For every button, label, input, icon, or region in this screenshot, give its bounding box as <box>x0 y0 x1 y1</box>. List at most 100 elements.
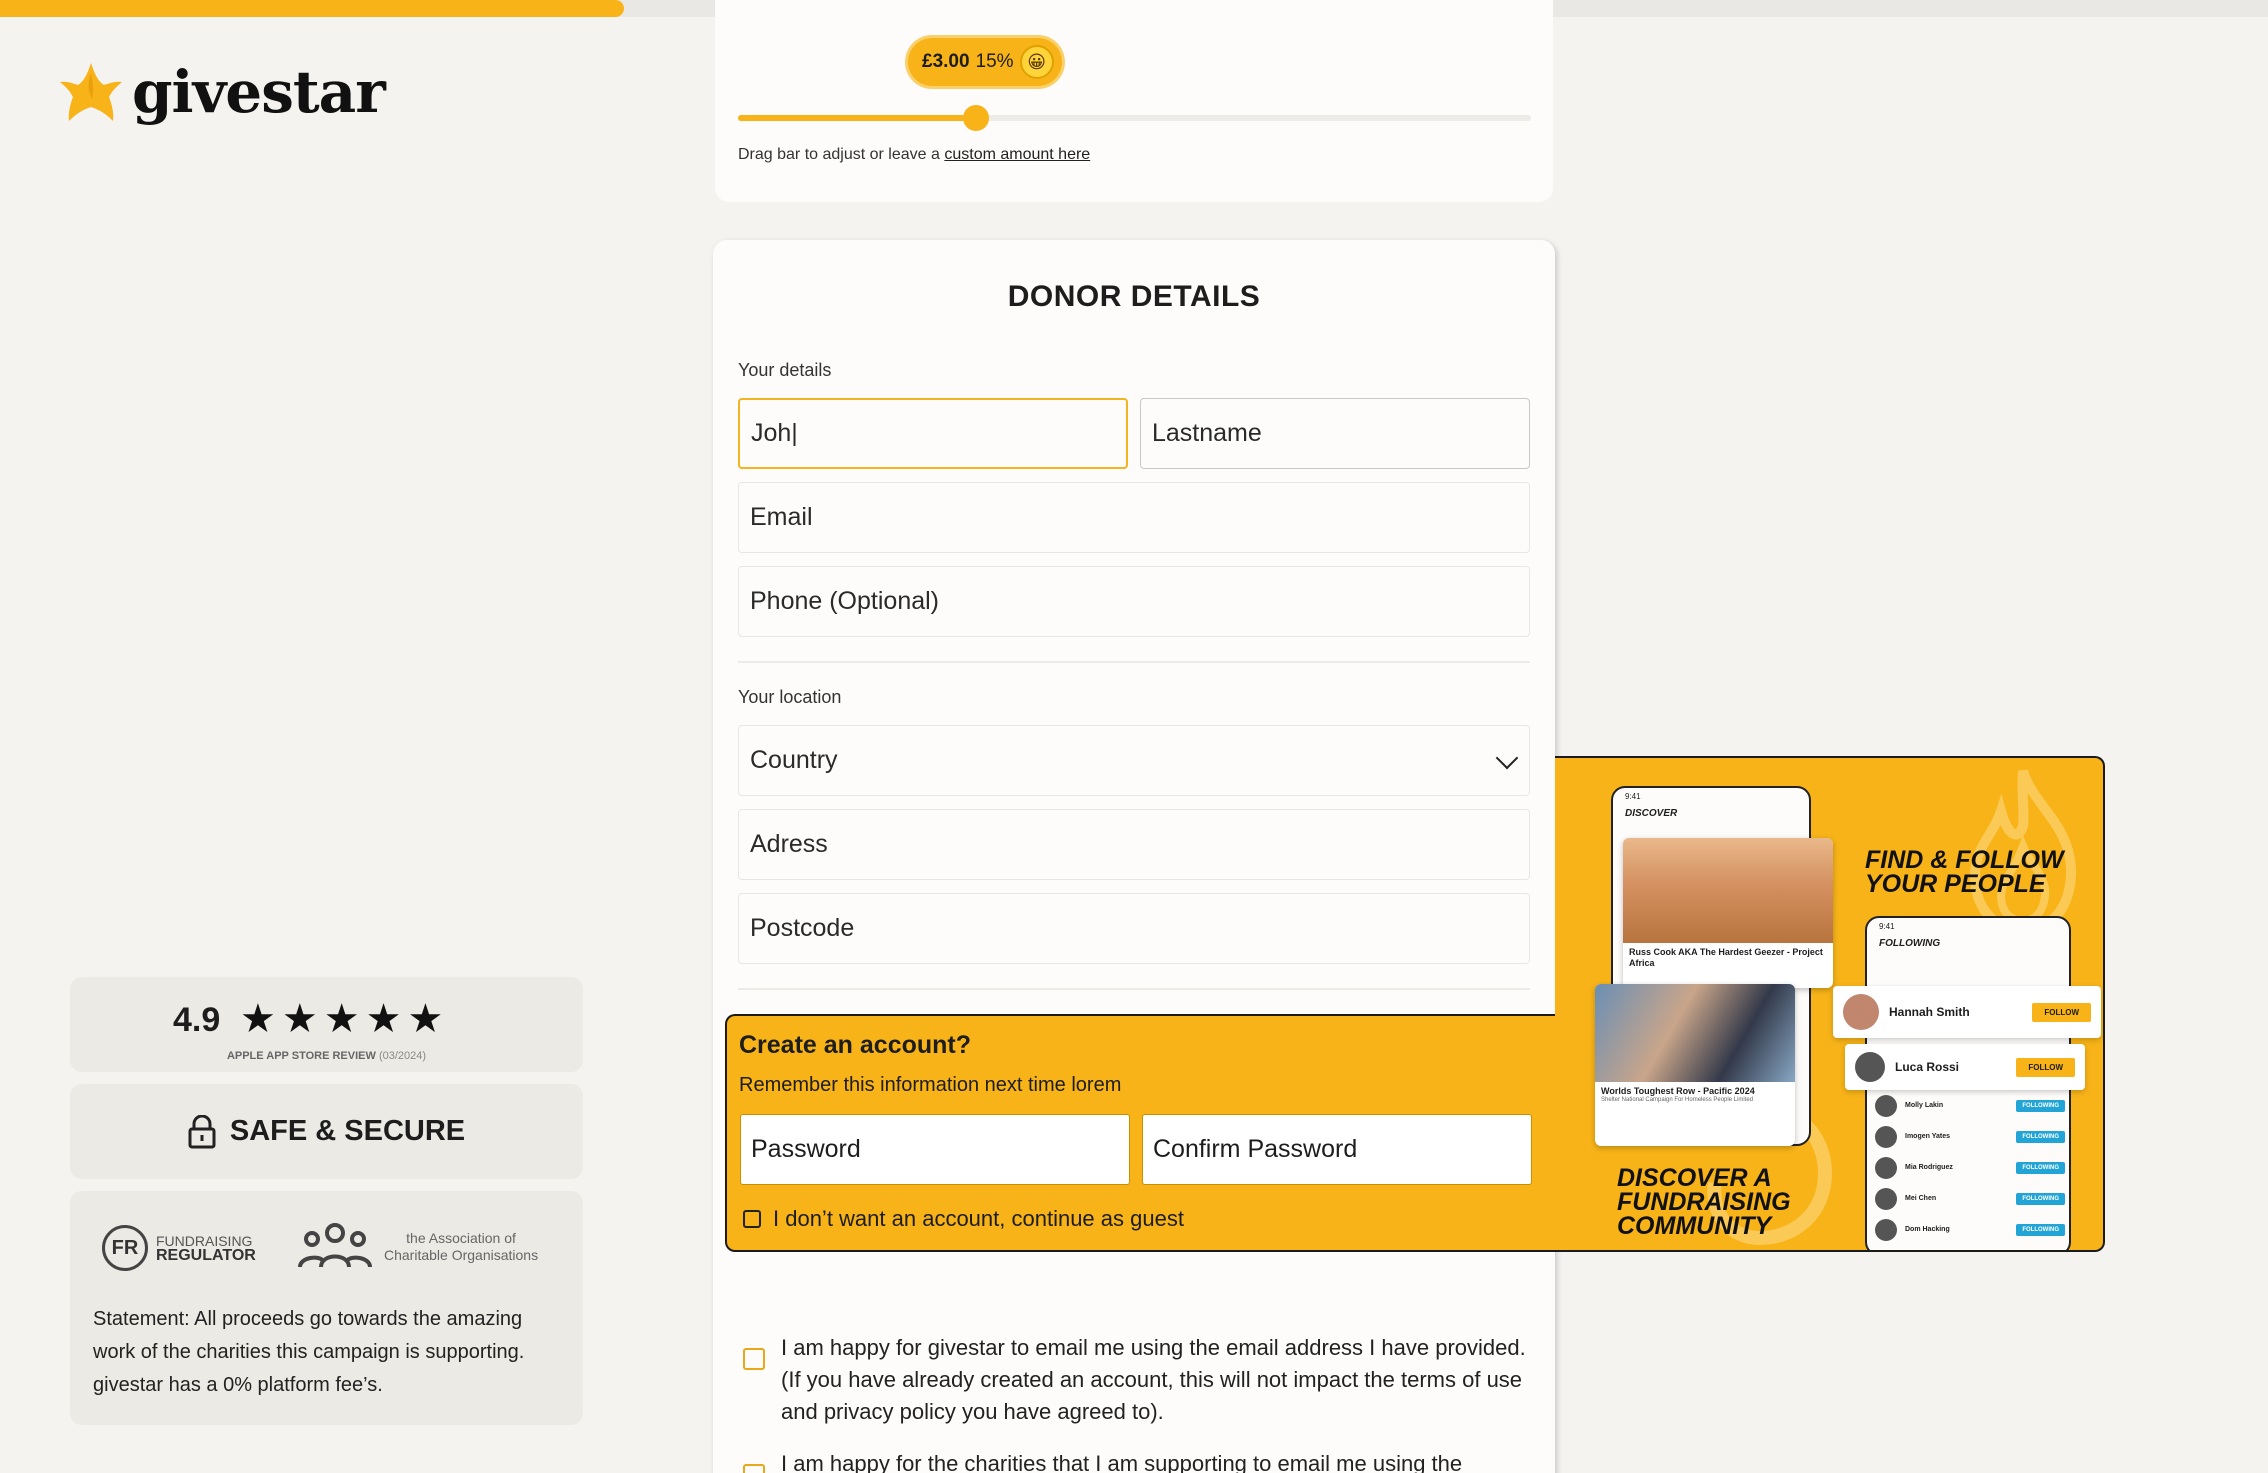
confirm-password-input[interactable]: Confirm Password <box>1142 1114 1532 1185</box>
password-input[interactable]: Password <box>740 1114 1130 1185</box>
aco-logo: the Association of Charitable Organisati… <box>296 1223 538 1271</box>
follow-button[interactable]: FOLLOW <box>2016 1057 2075 1077</box>
consent-givestar-email[interactable]: I am happy for givestar to email me usin… <box>743 1332 1528 1428</box>
people-group-icon <box>298 1223 372 1268</box>
star-icon: ★ <box>281 997 318 1041</box>
rating-date: (03/2024) <box>378 1050 427 1062</box>
following-list: Molly Lakin FOLLOWING Imogen Yates FOLLOWIN… <box>1867 1090 2069 1245</box>
guest-checkbox-label: I don’t want an account, continue as gue… <box>773 1206 1184 1231</box>
following-name: Molly Lakin <box>1905 1102 1944 1109</box>
create-account-panel: Create an account? Remember this informa… <box>725 1014 1558 1252</box>
fr-line: FUNDRAISING <box>156 1232 253 1249</box>
consent-checkbox[interactable] <box>743 1348 765 1370</box>
regulators-box: FR FUNDRAISING REGULATOR the Association… <box>70 1191 583 1425</box>
avatar <box>1875 1156 1897 1179</box>
safe-secure-box: SAFE & SECURE <box>70 1084 583 1179</box>
address-input[interactable]: Adress <box>738 809 1530 880</box>
phone-input[interactable]: Phone (Optional) <box>738 566 1530 637</box>
section-divider <box>738 988 1530 990</box>
feed-card-subtitle: Shelter National Campaign For Homeless P… <box>1601 1097 1754 1103</box>
givestar-star-icon <box>60 63 122 121</box>
following-title: FOLLOWING <box>1879 938 1941 949</box>
rating-value: 4.9 <box>173 1001 221 1039</box>
app-promo-banner[interactable]: FIND & FOLLOW YOUR PEOPLE 9:41 DISCOVER … <box>1555 756 2105 1252</box>
safe-secure-label: SAFE & SECURE <box>229 1115 466 1147</box>
following-tag[interactable]: FOLLOWING <box>2016 1099 2065 1112</box>
following-row: Mei Chen FOLLOWING <box>1867 1183 2069 1214</box>
fr-line: REGULATOR <box>156 1246 256 1264</box>
country-select-value: Country <box>750 746 838 774</box>
rating-stars: ★ ★ ★ ★ ★ <box>240 999 443 1039</box>
create-account-title: Create an account? <box>739 1031 972 1059</box>
phone-status-bar: 9:41 <box>1879 922 1895 931</box>
your-details-label: Your details <box>738 360 832 380</box>
following-name: Mei Chen <box>1905 1195 1937 1202</box>
tip-amount-badge: £3.00 15% 😀 <box>908 38 1062 86</box>
following-tag[interactable]: FOLLOWING <box>2016 1223 2065 1236</box>
phone-status-bar: 9:41 <box>1625 792 1641 801</box>
smiley-emoji-icon: 😀 <box>1019 45 1054 79</box>
avatar <box>1875 1125 1897 1148</box>
promo-footer: DISCOVER A FUNDRAISING COMMUNITY <box>1617 1164 1791 1240</box>
country-select[interactable]: Country <box>738 725 1530 796</box>
follow-button[interactable]: FOLLOW <box>2032 1002 2091 1022</box>
tip-slider-track[interactable] <box>738 105 1531 131</box>
star-icon: ★ <box>323 997 360 1041</box>
tip-percent: 15% <box>975 51 1014 72</box>
tip-slider-hint: Drag bar to adjust or leave a custom amo… <box>738 146 1090 164</box>
star-icon: ★ <box>365 997 402 1041</box>
logo-wordmark: givestar <box>132 58 386 126</box>
following-row: Dom Hacking FOLLOWING <box>1867 1214 2069 1245</box>
feed-card-row: Worlds Toughest Row - Pacific 2024 Shelt… <box>1595 984 1795 1146</box>
tip-hint-text: Drag bar to adjust or leave a <box>738 146 945 163</box>
rating-caption: APPLE APP STORE REVIEW (03/2024) <box>70 1050 583 1062</box>
avatar <box>1843 994 1879 1030</box>
tip-slider-thumb[interactable] <box>962 105 989 131</box>
fundraising-regulator-logo: FR FUNDRAISING REGULATOR <box>102 1225 256 1271</box>
follow-card: Hannah Smith FOLLOW <box>1833 986 2101 1038</box>
custom-amount-link[interactable]: custom amount here <box>944 146 1090 163</box>
lastname-input[interactable]: Lastname <box>1140 398 1530 469</box>
page-progress-fill <box>0 0 624 17</box>
tip-amount: £3.00 <box>922 51 970 72</box>
donor-details-title: DONOR DETAILS <box>1007 280 1261 313</box>
following-name: Imogen Yates <box>1905 1133 1951 1140</box>
consent-checkbox[interactable] <box>743 1464 765 1473</box>
promo-footer-line: COMMUNITY <box>1617 1212 1772 1240</box>
consent-charities-email[interactable]: I am happy for the charities that I am s… <box>743 1448 1528 1473</box>
follow-card: Luca Rossi FOLLOW <box>1845 1044 2085 1090</box>
fr-circle-icon: FR <box>102 1225 148 1271</box>
follow-card-name: Luca Rossi <box>1895 1060 1960 1074</box>
promo-headline-line: YOUR PEOPLE <box>1865 870 2046 898</box>
promo-headline-line: FIND & FOLLOW <box>1865 846 2064 874</box>
create-account-subtitle: Remember this information next time lore… <box>739 1074 1122 1096</box>
avatar <box>1875 1094 1897 1117</box>
donor-details-card: DONOR DETAILS Your details Joh| Lastname… <box>713 240 1555 1473</box>
following-tag[interactable]: FOLLOWING <box>2016 1130 2065 1143</box>
following-row: Imogen Yates FOLLOWING <box>1867 1121 2069 1152</box>
star-icon: ★ <box>240 997 276 1041</box>
tip-card: £3.00 15% 😀 Drag bar to adjust or leave … <box>715 0 1553 202</box>
following-tag[interactable]: FOLLOWING <box>2016 1161 2065 1174</box>
rating-caption-text: APPLE APP STORE REVIEW <box>226 1050 376 1062</box>
your-location-label: Your location <box>738 687 842 707</box>
consent-label: I am happy for the charities that I am s… <box>781 1451 1463 1473</box>
email-input[interactable]: Email <box>738 482 1530 553</box>
following-row: Molly Lakin FOLLOWING <box>1867 1090 2069 1121</box>
avatar <box>1855 1052 1885 1082</box>
chevron-down-icon <box>1495 746 1519 770</box>
promo-footer-line: DISCOVER A <box>1617 1164 1772 1192</box>
firstname-input[interactable]: Joh| <box>738 398 1128 469</box>
postcode-input[interactable]: Postcode <box>738 893 1530 964</box>
consent-label: I am happy for givestar to email me usin… <box>781 1335 1526 1424</box>
aco-line: the Association of <box>406 1230 516 1246</box>
section-divider <box>738 661 1530 663</box>
givestar-logo[interactable]: givestar <box>58 58 386 126</box>
lock-icon <box>188 1114 216 1148</box>
guest-checkbox[interactable] <box>743 1210 761 1228</box>
app-rating-box: 4.9 ★ ★ ★ ★ ★ APPLE APP STORE REVIEW (03/202… <box>70 977 583 1072</box>
aco-line: Charitable Organisations <box>384 1247 539 1263</box>
guest-checkbox-row[interactable]: I don’t want an account, continue as gue… <box>743 1206 1184 1232</box>
following-name: Dom Hacking <box>1905 1226 1950 1233</box>
following-tag[interactable]: FOLLOWING <box>2016 1192 2065 1205</box>
